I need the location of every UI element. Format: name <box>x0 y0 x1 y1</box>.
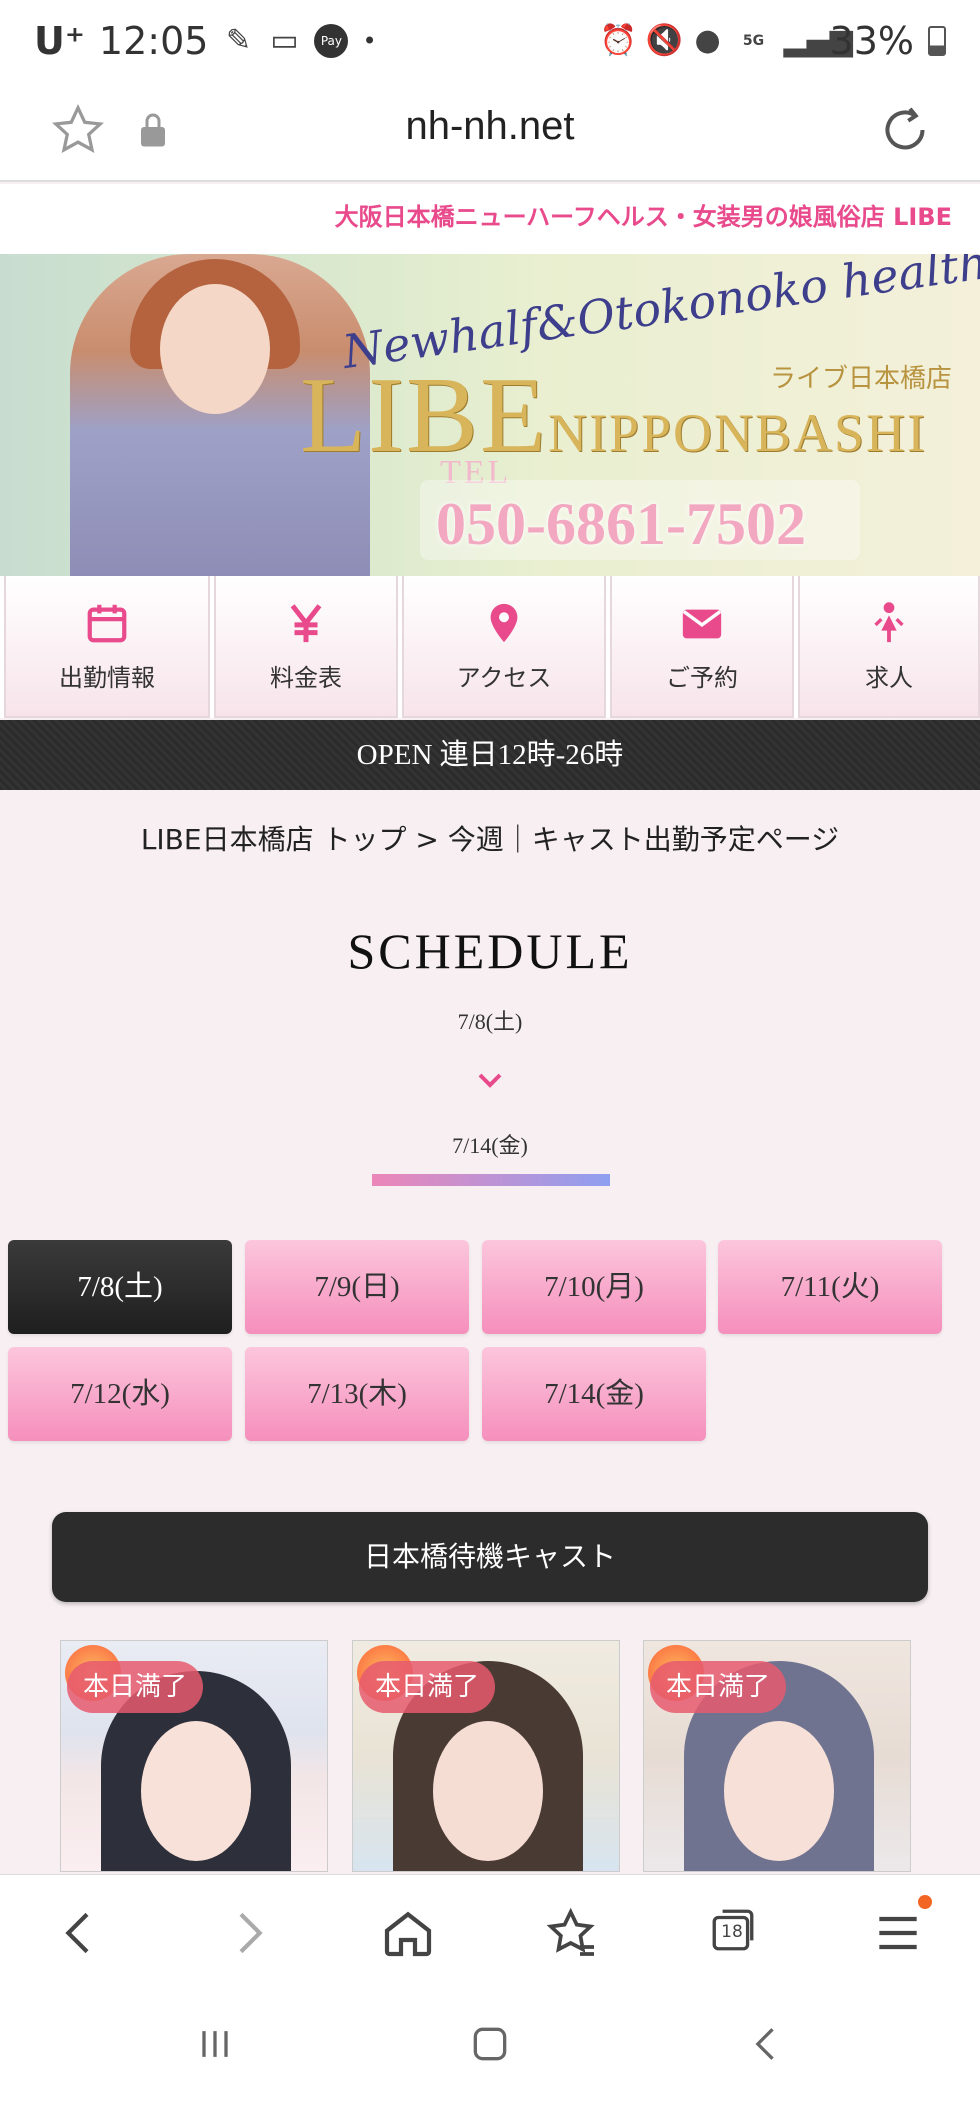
cast-card[interactable]: 本日満了 <box>643 1640 911 1872</box>
cast-card[interactable]: 本日満了 <box>60 1640 328 1872</box>
menu-item-access[interactable]: アクセス <box>402 576 606 718</box>
menu-label: アクセス <box>456 663 552 692</box>
menu-item-reservation[interactable]: ご予約 <box>610 576 794 718</box>
system-navigation-bar <box>0 1986 980 2101</box>
menu-notification-dot <box>918 1895 932 1909</box>
browser-toolbar: 18 <box>0 1874 980 1986</box>
person-icon <box>874 601 904 642</box>
menu-label: ご予約 <box>666 663 738 692</box>
envelope-icon <box>682 609 722 638</box>
reload-icon[interactable] <box>875 100 935 160</box>
day-tab-6[interactable]: 7/14(金) <box>482 1347 706 1441</box>
back-icon[interactable] <box>52 1905 108 1961</box>
site-tagline: 大阪日本橋ニューハーフヘルス・女装男の娘風俗店 LIBE <box>0 184 980 254</box>
tel-number[interactable]: 050-6861-7502 <box>436 490 806 559</box>
menu-item-recruit[interactable]: 求人 <box>798 576 980 718</box>
menu-item-schedule[interactable]: 出勤情報 <box>4 576 210 718</box>
schedule-date-to: 7/14(金) <box>452 1133 528 1158</box>
bookmarks-icon[interactable] <box>545 1905 601 1961</box>
status-badge: 本日満了 <box>650 1661 787 1713</box>
signal-icon: ▂▄▆ <box>783 23 853 58</box>
logo-sub: NIPPONBASHI <box>547 403 928 463</box>
open-hours-bar: OPEN 連日12時-26時 <box>0 720 980 790</box>
tabs-button[interactable]: 18 <box>708 1905 758 1955</box>
status-badge: 本日満了 <box>359 1661 496 1713</box>
hero-photo-face <box>160 284 270 414</box>
menu-label: 出勤情報 <box>59 663 155 692</box>
home-button-icon[interactable] <box>468 2022 512 2066</box>
hero-banner[interactable]: Newhalf&Otokonoko health LIBENIPPONBASHI… <box>0 254 980 576</box>
forward-icon[interactable] <box>220 1905 276 1961</box>
day-tab-5[interactable]: 7/13(木) <box>245 1347 469 1441</box>
feather-icon: ✎ <box>225 23 251 58</box>
url-text[interactable]: nh-nh.net <box>0 104 980 149</box>
breadcrumb[interactable]: LIBE日本橋店 トップ > 今週｜キャスト出勤予定ページ <box>0 818 980 858</box>
yen-icon <box>290 603 322 642</box>
chevron-down-icon <box>478 1073 502 1088</box>
schedule-title: SCHEDULE <box>347 923 633 979</box>
mute-icon: 🔇 <box>645 23 683 58</box>
battery-icon <box>928 26 946 56</box>
alarm-icon: ⏰ <box>599 23 637 58</box>
map-pin-icon <box>490 603 518 642</box>
address-bar: nh-nh.net <box>0 82 980 182</box>
tab-count: 18 <box>721 1922 743 1942</box>
schedule-divider <box>372 1174 610 1186</box>
menu-label: 求人 <box>865 663 913 692</box>
recent-apps-icon[interactable] <box>193 2022 237 2066</box>
status-bar: U⁺ 12:05 ✎ ▭ Pay • ⏰ 🔇 ● 5G ▂▄▆ 33% <box>0 0 980 82</box>
home-icon[interactable] <box>380 1905 436 1961</box>
hero-store-name: ライブ日本橋店 <box>770 364 953 394</box>
location-icon: ● <box>694 23 721 58</box>
notification-dot: • <box>362 27 377 55</box>
menu-item-price[interactable]: 料金表 <box>214 576 398 718</box>
battery-percent: 33% <box>829 19 914 63</box>
day-tab-0[interactable]: 7/8(土) <box>8 1240 232 1334</box>
cast-card[interactable]: 本日満了 <box>352 1640 620 1872</box>
carrier-label: U⁺ <box>34 19 85 63</box>
day-tab-3[interactable]: 7/11(火) <box>718 1240 942 1334</box>
day-tab-2[interactable]: 7/10(月) <box>482 1240 706 1334</box>
schedule-date-from: 7/8(土) <box>457 1009 523 1034</box>
main-menu: 出勤情報 料金表 アクセス ご予約 求人 <box>0 576 980 718</box>
voicemail-icon: ▭ <box>270 23 299 58</box>
menu-icon[interactable] <box>870 1905 926 1961</box>
back-button-icon[interactable] <box>745 2022 789 2066</box>
clock: 12:05 <box>98 19 209 63</box>
day-tab-1[interactable]: 7/9(日) <box>245 1240 469 1334</box>
menu-label: 料金表 <box>270 663 342 692</box>
pay-icon: Pay <box>314 24 349 58</box>
calendar-icon <box>87 604 127 642</box>
status-badge: 本日満了 <box>67 1661 204 1713</box>
5g-icon: 5G <box>742 33 765 49</box>
day-tab-4[interactable]: 7/12(水) <box>8 1347 232 1441</box>
cast-section-button[interactable]: 日本橋待機キャスト <box>52 1512 928 1602</box>
